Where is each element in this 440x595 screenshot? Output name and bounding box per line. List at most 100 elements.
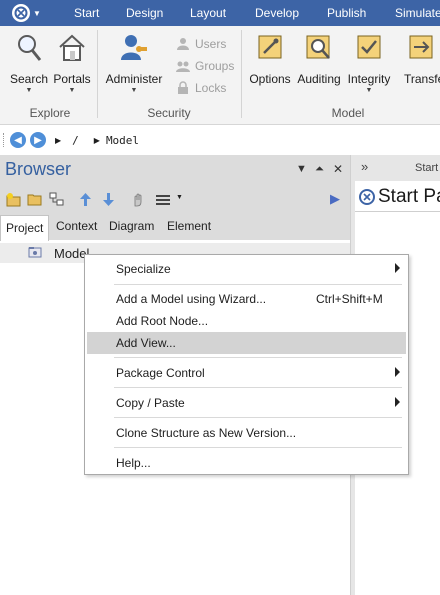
menu-simulate[interactable]: Simulate [395,0,440,26]
group-separator [241,30,242,118]
pin-icon[interactable]: ⏶ [315,163,324,176]
document-tab-bar: » Start [355,155,440,181]
menu-design[interactable]: Design [126,0,163,26]
move-down-icon[interactable] [101,192,116,207]
menu-develop[interactable]: Develop [255,0,299,26]
app-logo-icon [359,189,375,205]
menu-item-add-model-wizard[interactable]: Add a Model using Wizard... Ctrl+Shift+M [87,288,406,310]
submenu-arrow-icon [395,367,400,377]
group-label-security: Security [147,106,191,120]
browser-header: Browser ▼ ⏶ ✕ [0,155,350,186]
forward-icon[interactable]: ▶ [30,132,46,148]
options-label: Options [249,72,291,86]
users-button[interactable]: Users [176,35,226,53]
double-chevron-icon[interactable]: » [361,159,368,174]
options-icon [258,35,282,59]
ribbon: Search ▼ Portals ▼ Administer ▼ Users Gr… [0,26,440,125]
transfer-label: Transfer [404,72,440,86]
portals-button[interactable]: Portals ▼ [51,32,93,98]
administer-button[interactable]: Administer ▼ [103,32,165,98]
search-button[interactable]: Search ▼ [8,32,50,98]
chevron-down-icon: ▼ [68,87,76,94]
menu-item-label: Clone Structure as New Version... [116,426,297,440]
new-package-icon[interactable] [6,192,21,207]
folder-icon[interactable] [27,192,42,207]
options-button[interactable]: Options [247,32,293,98]
expand-panel-icon[interactable]: ▶ [330,191,340,207]
menu-item-shortcut: Ctrl+Shift+M [316,292,383,306]
menu-item-label: Add View... [116,336,176,350]
toolbar-grip[interactable] [3,133,6,147]
diagram-icon[interactable] [49,192,64,207]
administer-label: Administer [105,72,163,86]
panel-dropdown-icon[interactable]: ▼ [296,163,307,175]
search-label: Search [9,72,49,86]
tab-start[interactable]: Start [415,162,438,174]
menu-icon[interactable] [155,192,175,207]
group-separator [97,30,98,118]
auditing-button[interactable]: Auditing [296,32,342,98]
path-root[interactable]: / [72,134,79,147]
tab-context[interactable]: Context [51,213,102,240]
menu-item-help[interactable]: Help... [87,452,406,474]
tab-element[interactable]: Element [162,213,216,240]
transfer-icon [409,35,433,59]
back-icon[interactable]: ◀ [10,132,26,148]
menu-item-package-control[interactable]: Package Control [87,362,406,384]
menu-item-copy-paste[interactable]: Copy / Paste [87,392,406,414]
administer-icon [121,35,147,60]
browser-tabs: Project Context Diagram Element [0,213,350,241]
menu-item-label: Help... [116,456,151,470]
submenu-arrow-icon [395,263,400,273]
menu-separator [114,357,402,358]
chevron-down-icon[interactable]: ▼ [176,194,183,201]
integrity-icon [357,35,381,59]
submenu-arrow-icon [395,397,400,407]
menu-separator [114,417,402,418]
group-label-model: Model [331,106,365,120]
menu-separator [114,387,402,388]
navigation-bar: ◀ ▶ ▶ / ▶ Model [0,129,440,151]
menu-item-label: Add a Model using Wizard... [116,292,267,306]
auditing-icon [306,35,330,59]
chevron-down-icon: ▼ [365,87,373,94]
menu-publish[interactable]: Publish [327,0,366,26]
tab-project[interactable]: Project [0,215,50,241]
menu-item-add-root-node[interactable]: Add Root Node... [87,310,406,332]
integrity-button[interactable]: Integrity ▼ [345,32,393,98]
menu-start[interactable]: Start [74,0,99,26]
menu-item-specialize[interactable]: Specialize [87,258,406,280]
menu-separator [114,284,402,285]
move-up-icon[interactable] [78,192,93,207]
close-icon[interactable]: ✕ [333,162,343,176]
path-item-model[interactable]: Model [106,134,139,147]
app-menu-button[interactable]: ▼ [12,3,46,23]
locks-button[interactable]: Locks [176,79,226,97]
chevron-down-icon: ▼ [25,87,33,94]
menu-item-label: Copy / Paste [116,396,185,410]
browser-toolbar: ▼ ▶ [0,186,350,213]
tab-diagram[interactable]: Diagram [104,213,159,240]
groups-icon [176,61,190,72]
menu-layout[interactable]: Layout [190,0,226,26]
users-label: Users [195,37,227,51]
transfer-button[interactable]: Transfer [400,32,440,98]
groups-button[interactable]: Groups [176,57,234,75]
groups-label: Groups [195,59,235,73]
menu-bar: ▼ Start Design Layout Develop Publish Si… [0,0,440,26]
menu-item-add-view[interactable]: Add View... [87,332,406,354]
home-icon [59,34,85,61]
hand-icon[interactable] [130,192,145,207]
chevron-down-icon: ▼ [33,8,41,18]
path-arrow-icon[interactable]: ▶ [94,136,100,145]
model-package-icon [28,247,42,258]
path-arrow-icon[interactable]: ▶ [55,136,61,145]
search-icon [18,35,42,61]
menu-item-label: Specialize [116,262,171,276]
chevron-down-icon: ▼ [130,87,138,94]
start-page-title: Start Pa [359,186,440,208]
auditing-label: Auditing [297,72,341,86]
menu-item-label: Add Root Node... [116,314,209,328]
menu-separator [114,447,402,448]
menu-item-clone-structure[interactable]: Clone Structure as New Version... [87,422,406,444]
